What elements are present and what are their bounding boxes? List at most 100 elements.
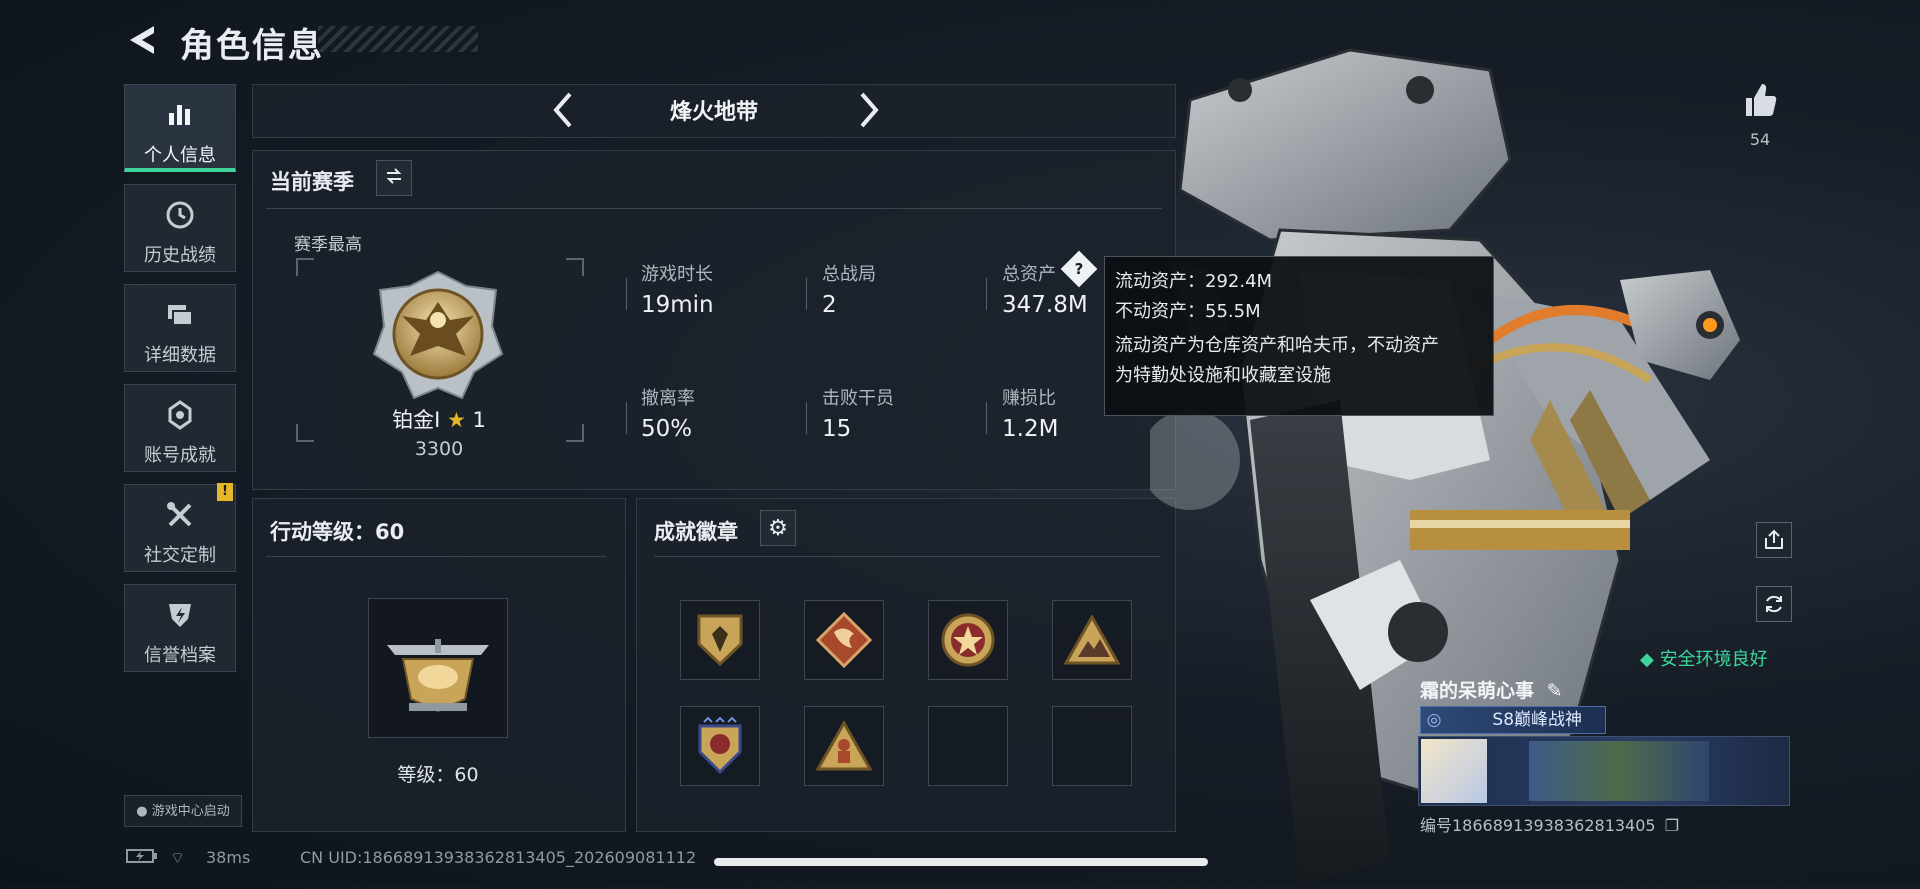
nav-credit-file[interactable]: 信誉档案 [124,584,236,672]
nav-detail-data[interactable]: 详细数据 [124,284,236,372]
stat-label: 总资产 [1002,264,1056,285]
nav-label: 社交定制 [144,545,216,566]
rank-stars: 1 [472,408,486,432]
season-divider [266,208,1162,209]
achievement-badge-slot[interactable] [680,600,760,680]
shield-check-icon: ◆ [1640,649,1660,670]
rank-emblem-icon [370,268,506,404]
achievements-title: 成就徽章 [654,520,738,544]
avatar [1421,739,1487,803]
asset-help-button[interactable]: ? [1060,250,1098,288]
nav-label: 信誉档案 [144,645,216,666]
title-emblem-icon: ◎ [1426,710,1442,730]
folders-icon [125,299,235,331]
achievement-badge-slot[interactable] [804,600,884,680]
nav-label: 个人信息 [144,145,216,166]
battery-icon [126,848,158,868]
stat-value: 2 [822,292,837,318]
stat-value: 15 [822,416,852,442]
ping: 38ms [206,848,251,867]
stat-value: 50% [641,416,693,442]
stat-divider [986,402,987,434]
asset-tooltip: 流动资产：292.4M 不动资产：55.5M 流动资产为仓库资产和哈夫币，不动资… [1104,256,1494,416]
tools-icon [125,499,235,531]
player-name[interactable]: 霜的呆萌心事 ✎ [1420,676,1563,703]
copy-icon[interactable]: ❐ [1665,816,1679,835]
achievement-badge-slot[interactable] [928,600,1008,680]
game-center-launch-button[interactable]: ● 游戏中心启动 [124,795,242,827]
achievements-divider [654,556,1160,557]
stat-divider [986,278,987,310]
edit-icon[interactable]: ✎ [1547,680,1563,702]
share-button[interactable] [1756,522,1792,558]
player-card[interactable] [1418,736,1790,806]
refresh-button[interactable] [1756,586,1792,622]
dragon-badge-icon [816,612,872,668]
like-count: 54 [1749,130,1771,149]
share-icon [1765,529,1783,549]
rank-name: 铂金I [392,408,441,432]
stat-label: 游戏时长 [641,264,713,285]
stat-value: 19min [641,292,714,318]
stat-label: 赚损比 [1002,388,1056,409]
level-emblem-frame [368,598,508,738]
refresh-icon [1766,595,1782,613]
like-button[interactable] [1740,80,1780,120]
rank-label: 铂金I ★ 1 [296,404,582,434]
helicopter-emblem-icon [387,639,489,713]
achievement-badge-slot[interactable] [804,706,884,786]
tooltip-description-cont: 为特勤处设施和收藏室设施 [1115,365,1331,386]
stat-value: 1.2M [1002,416,1059,442]
empty-badge-slot[interactable] [928,706,1008,786]
wifi-icon: ⌔ [170,848,186,867]
season-title: 当前赛季 [270,170,354,194]
clock-icon [125,199,235,231]
uid-text: CN UID:18668913938362813405_202609081112 [300,848,697,867]
wing-badge-icon [698,716,742,775]
achievement-badge-slot[interactable] [680,706,760,786]
player-title-tag: ◎ S8巅峰战神 [1420,706,1606,734]
star-icon: ★ [447,408,466,432]
nav-label: 详细数据 [144,345,216,366]
user-icon: ● [136,804,152,819]
back-button[interactable] [122,20,162,60]
nav-label: 账号成就 [144,445,216,466]
level-text: 等级：60 [397,764,479,786]
achievement-badge-slot[interactable] [1052,600,1132,680]
stat-label: 撤离率 [641,388,695,409]
swap-icon [384,166,404,190]
season-best-label: 赛季最高 [294,235,362,255]
nav-personal-info[interactable]: 个人信息 [124,84,236,172]
help-icon: ? [1074,260,1084,278]
soldier-badge-icon [816,721,872,771]
stat-label: 击败干员 [822,388,894,409]
level-divider [266,556,606,557]
emblem-icon [125,399,235,431]
star-badge-icon [941,613,995,667]
nav-history[interactable]: 历史战绩 [124,184,236,272]
player-id[interactable]: 编号18668913938362813405 ❐ [1420,812,1679,836]
stat-label: 总战局 [822,264,876,285]
next-mode-button[interactable] [850,90,886,130]
frame-corner [296,258,314,276]
nav-label: 历史战绩 [144,245,216,266]
mountain-badge-icon [1064,615,1120,665]
stat-divider [806,278,807,310]
achievement-settings-button[interactable]: ⚙ [760,510,796,546]
empty-badge-slot[interactable] [1052,706,1132,786]
bar-chart-icon [125,99,235,131]
tooltip-liquid-assets: 流动资产：292.4M [1115,271,1273,292]
page-title: 角色信息 [180,26,324,66]
home-indicator[interactable] [714,858,1208,866]
title-decoration [318,26,478,52]
tooltip-description: 流动资产为仓库资产和哈夫币，不动资产 [1115,335,1439,356]
tooltip-fixed-assets: 不动资产：55.5M [1115,301,1261,322]
nav-social-custom[interactable]: ! 社交定制 [124,483,236,572]
frame-corner [566,258,584,276]
stat-divider [806,402,807,434]
gear-icon: ⚙ [768,515,788,541]
safety-status: ◆ 安全环境良好 [1640,649,1768,670]
shield-bolt-icon [125,599,235,631]
switch-season-button[interactable] [376,160,412,196]
nav-account-achievements[interactable]: 账号成就 [124,384,236,472]
